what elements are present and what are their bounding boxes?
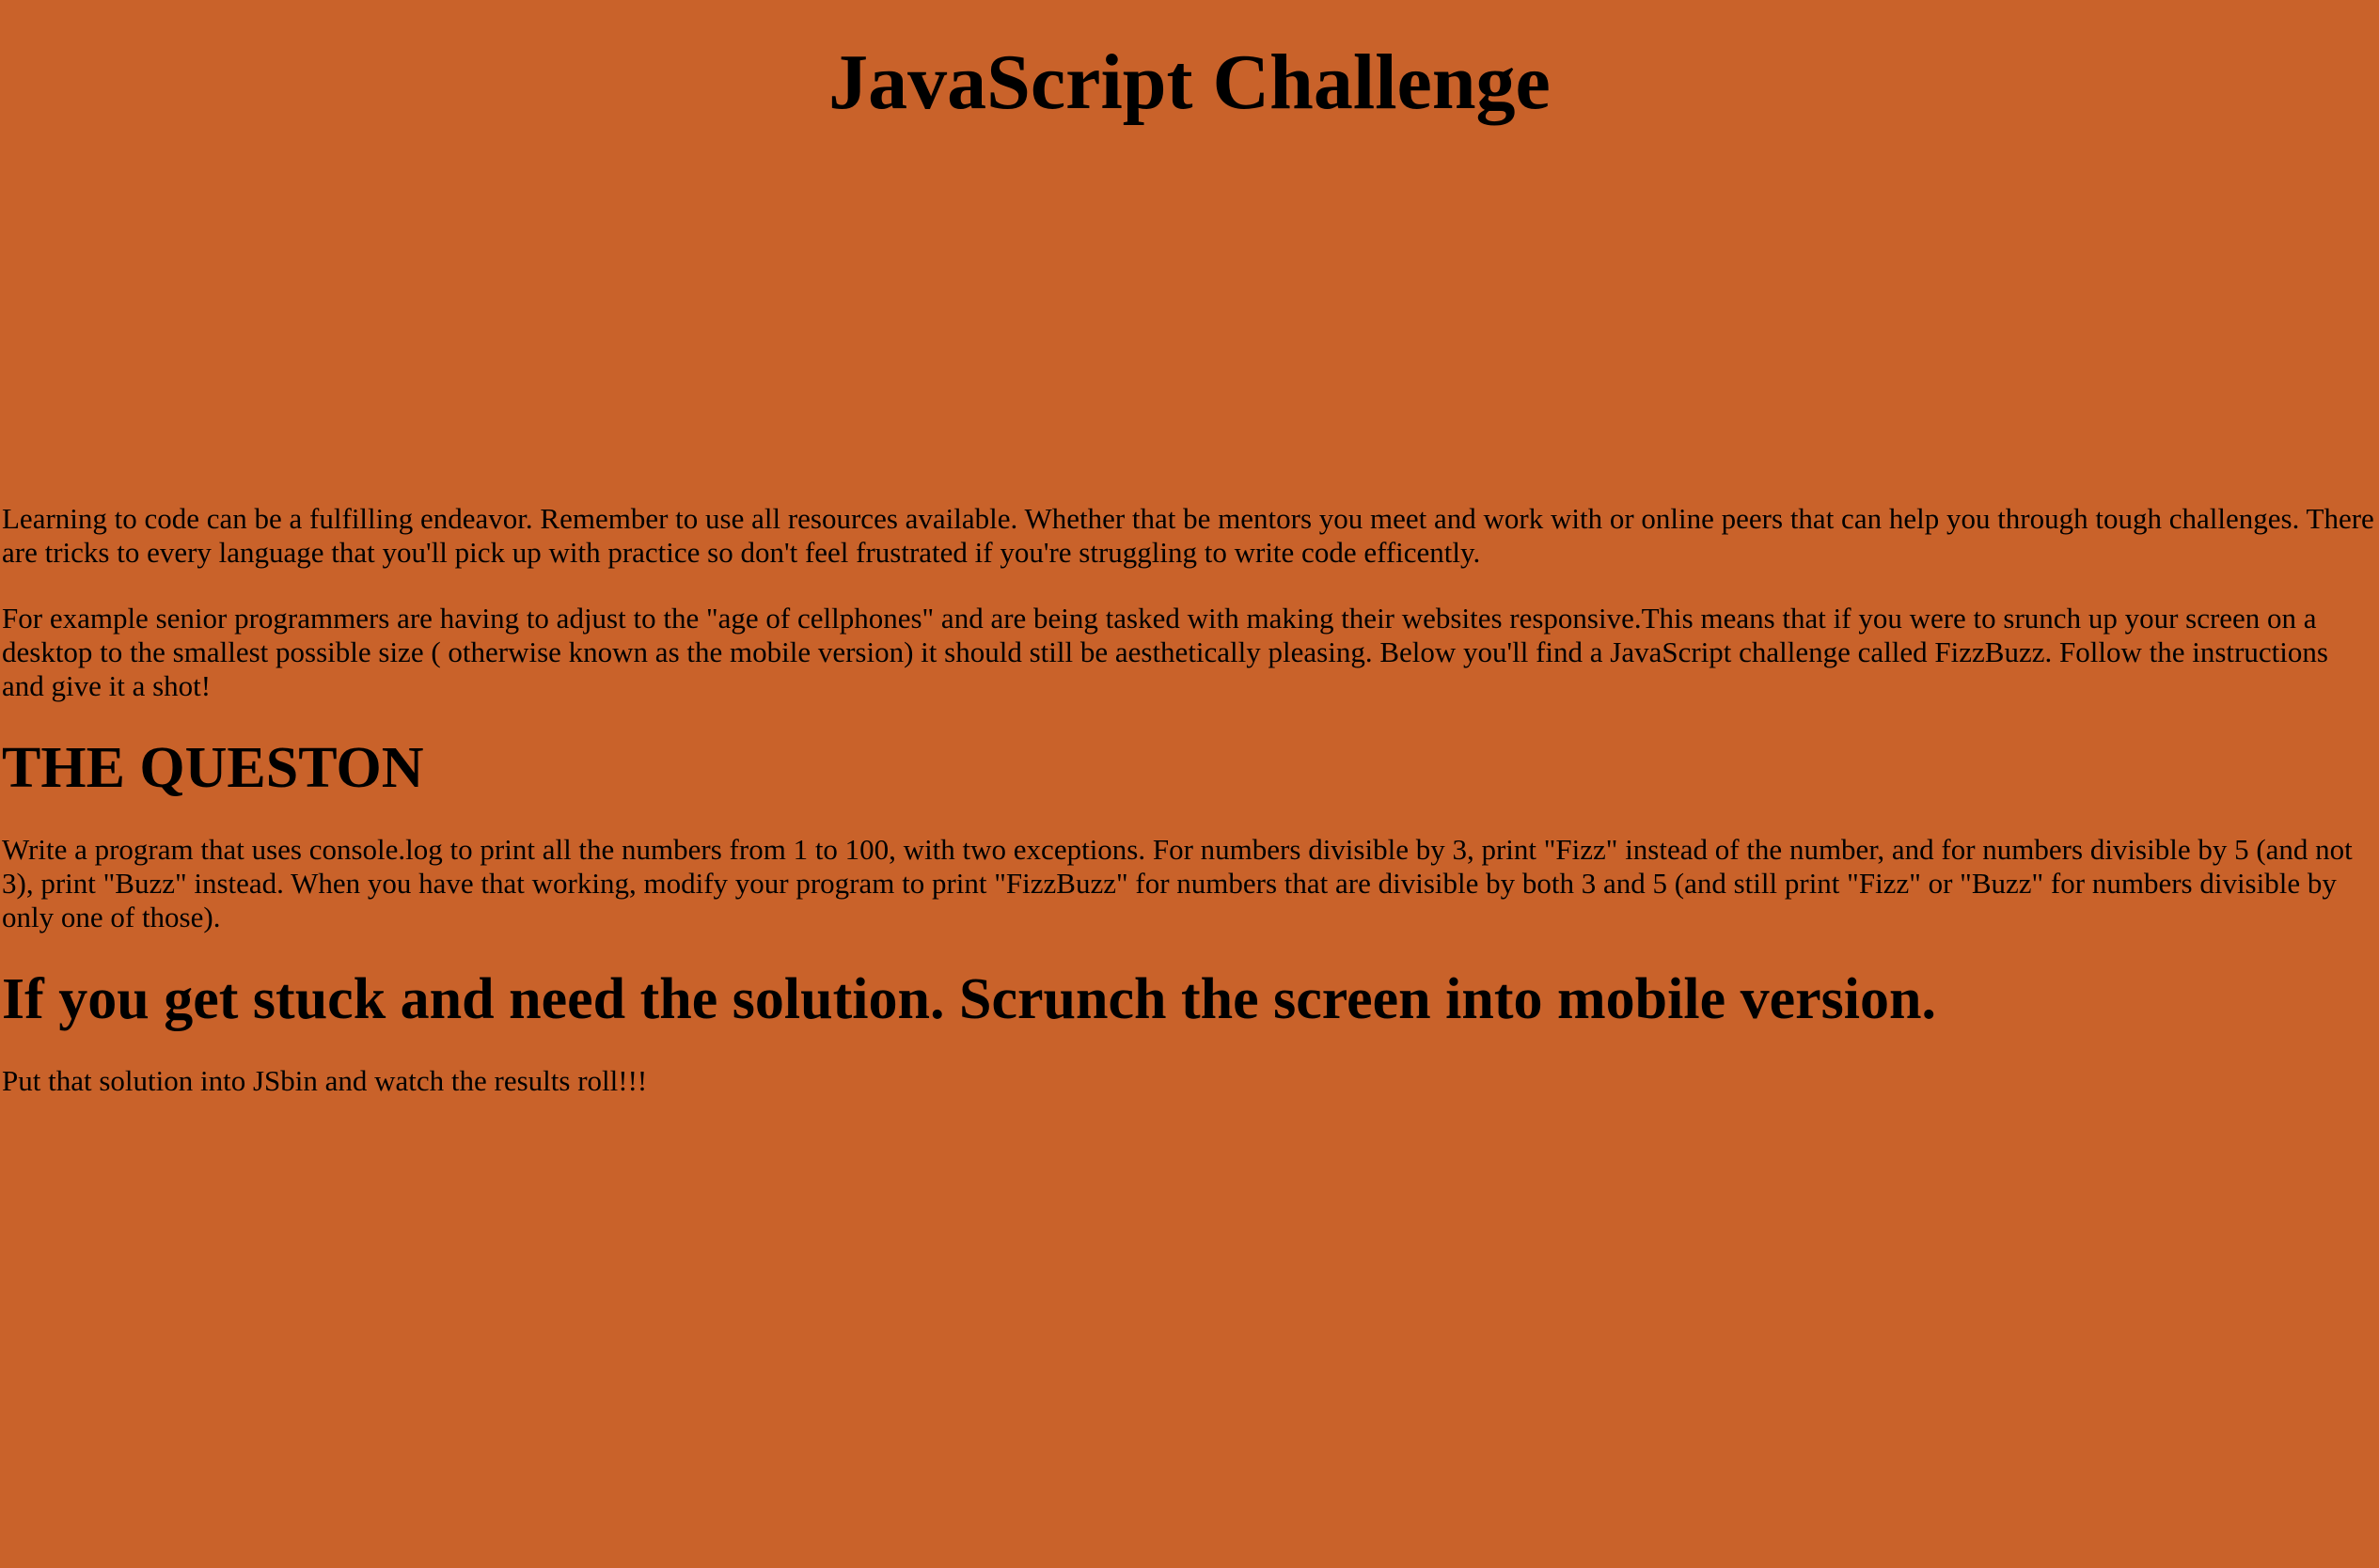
question-body: Write a program that uses console.log to… [2, 833, 2353, 933]
page: JavaScript Challenge Learning to code ca… [0, 0, 2379, 1568]
hint-heading: If you get stuck and need the solution. … [2, 967, 1936, 1031]
question-heading: THE QUESTON [2, 736, 424, 800]
main-content: Learning to code can be a fulfilling end… [2, 502, 2375, 1098]
intro-paragraph-1: Learning to code can be a fulfilling end… [2, 502, 2374, 569]
intro-paragraph-2: For example senior programmers are havin… [2, 602, 2328, 702]
hint-body: Put that solution into JSbin and watch t… [2, 1064, 648, 1097]
page-title: JavaScript Challenge [828, 39, 1551, 126]
